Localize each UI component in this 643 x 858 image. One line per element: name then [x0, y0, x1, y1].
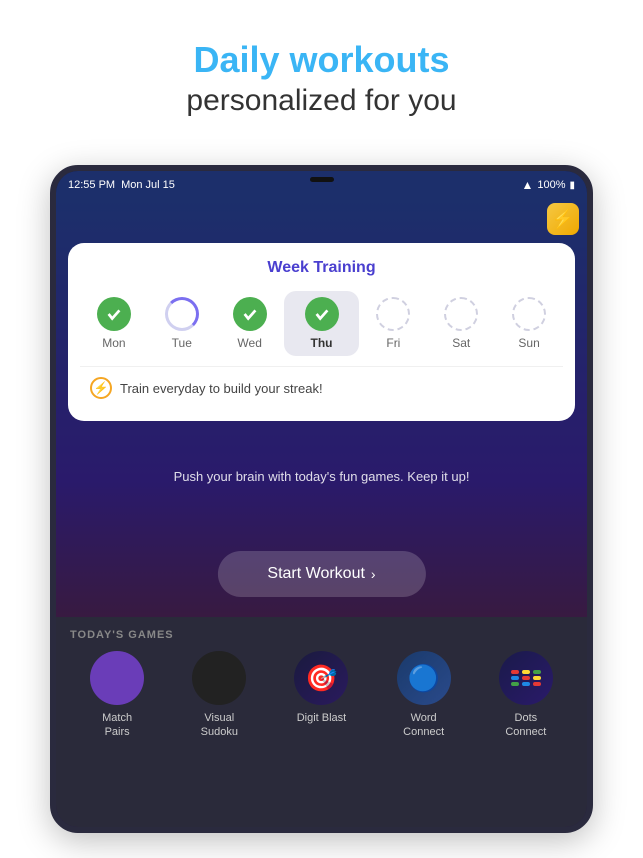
chevron-icon: ›	[371, 566, 376, 582]
lightning-button[interactable]: ⚡	[547, 203, 579, 235]
game-item-word-connect[interactable]: 🔵 WordConnect	[384, 651, 464, 740]
hero-title: Daily workouts	[20, 38, 623, 81]
camera-notch	[310, 177, 334, 182]
day-item-sun[interactable]: Sun	[495, 297, 563, 350]
streak-lightning-icon: ⚡	[90, 377, 112, 399]
day-item-wed[interactable]: Wed	[216, 297, 284, 350]
digit-blast-icon: 🎯	[294, 651, 348, 705]
match-pairs-icon	[90, 651, 144, 705]
days-row: Mon Tue Wed	[80, 291, 563, 356]
day-label-sun: Sun	[518, 336, 539, 350]
day-label-wed: Wed	[237, 336, 261, 350]
day-circle-thu	[305, 297, 339, 331]
battery-percent: 100%	[537, 179, 565, 191]
battery-icon: ▮	[569, 180, 575, 191]
todays-games-section: TODAY'S GAMES MatchPairs	[56, 617, 587, 827]
day-circle-fri	[376, 297, 410, 331]
day-item-sat[interactable]: Sat	[427, 297, 495, 350]
day-item-mon[interactable]: Mon	[80, 297, 148, 350]
day-label-thu: Thu	[311, 336, 333, 350]
status-date: Mon Jul 15	[121, 179, 175, 191]
app-content: ⚡ Week Training Mon Tue	[56, 199, 587, 827]
day-circle-tue	[165, 297, 199, 331]
game-item-digit-blast[interactable]: 🎯 Digit Blast	[281, 651, 361, 725]
status-bar: 12:55 PM Mon Jul 15 ▲ 100% ▮	[56, 171, 587, 199]
day-item-tue[interactable]: Tue	[148, 297, 216, 350]
word-connect-label: WordConnect	[403, 711, 444, 740]
wifi-icon: ▲	[521, 178, 533, 192]
games-row: MatchPairs VisualSudoku 🎯	[66, 651, 577, 740]
push-text: Push your brain with today's fun games. …	[56, 469, 587, 484]
day-label-sat: Sat	[452, 336, 470, 350]
word-connect-icon: 🔵	[397, 651, 451, 705]
device-frame: 12:55 PM Mon Jul 15 ▲ 100% ▮ ⚡ Week Trai…	[50, 165, 593, 833]
match-pairs-label: MatchPairs	[102, 711, 132, 740]
day-circle-mon	[97, 297, 131, 331]
visual-sudoku-label: VisualSudoku	[201, 711, 238, 740]
games-section-label: TODAY'S GAMES	[66, 629, 577, 641]
hero-section: Daily workouts personalized for you	[0, 0, 643, 140]
day-circle-wed	[233, 297, 267, 331]
game-item-dots-connect[interactable]: DotsConnect	[486, 651, 566, 740]
status-bar-left: 12:55 PM Mon Jul 15	[68, 179, 175, 191]
visual-sudoku-icon	[192, 651, 246, 705]
day-item-thu[interactable]: Thu	[284, 291, 360, 356]
hero-subtitle: personalized for you	[20, 81, 623, 120]
day-label-tue: Tue	[172, 336, 192, 350]
start-workout-label: Start Workout	[267, 565, 365, 583]
dots-connect-label: DotsConnect	[505, 711, 546, 740]
day-label-mon: Mon	[102, 336, 125, 350]
dots-connect-icon	[499, 651, 553, 705]
digit-blast-label: Digit Blast	[297, 711, 347, 725]
streak-banner: ⚡ Train everyday to build your streak!	[80, 366, 563, 409]
start-workout-button[interactable]: Start Workout ›	[217, 551, 425, 597]
game-item-match-pairs[interactable]: MatchPairs	[77, 651, 157, 740]
day-circle-sun	[512, 297, 546, 331]
day-circle-sat	[444, 297, 478, 331]
status-time: 12:55 PM	[68, 179, 115, 191]
day-label-fri: Fri	[386, 336, 400, 350]
game-item-visual-sudoku[interactable]: VisualSudoku	[179, 651, 259, 740]
week-training-card: Week Training Mon Tue	[68, 243, 575, 421]
day-item-fri[interactable]: Fri	[359, 297, 427, 350]
card-title: Week Training	[80, 259, 563, 277]
status-bar-right: ▲ 100% ▮	[521, 178, 575, 192]
streak-text: Train everyday to build your streak!	[120, 381, 323, 396]
